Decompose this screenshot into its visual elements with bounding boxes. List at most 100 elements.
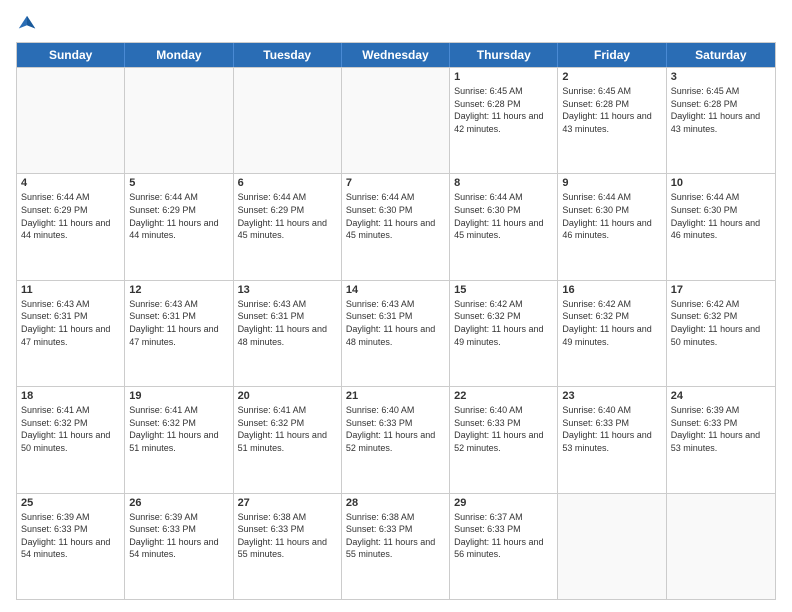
- day-info: Sunrise: 6:42 AM Sunset: 6:32 PM Dayligh…: [454, 298, 553, 348]
- calendar-cell-3-6: 24 Sunrise: 6:39 AM Sunset: 6:33 PM Dayli…: [667, 387, 775, 492]
- day-info: Sunrise: 6:43 AM Sunset: 6:31 PM Dayligh…: [346, 298, 445, 348]
- day-number: 1: [454, 71, 553, 83]
- calendar-cell-2-5: 16 Sunrise: 6:42 AM Sunset: 6:32 PM Dayli…: [558, 281, 666, 386]
- calendar-cell-4-5: [558, 494, 666, 599]
- day-number: 7: [346, 177, 445, 189]
- header-day-friday: Friday: [558, 43, 666, 67]
- day-info: Sunrise: 6:39 AM Sunset: 6:33 PM Dayligh…: [671, 404, 771, 454]
- day-number: 27: [238, 497, 337, 509]
- day-info: Sunrise: 6:40 AM Sunset: 6:33 PM Dayligh…: [454, 404, 553, 454]
- day-info: Sunrise: 6:40 AM Sunset: 6:33 PM Dayligh…: [562, 404, 661, 454]
- day-number: 4: [21, 177, 120, 189]
- day-info: Sunrise: 6:38 AM Sunset: 6:33 PM Dayligh…: [346, 511, 445, 561]
- day-number: 2: [562, 71, 661, 83]
- day-info: Sunrise: 6:45 AM Sunset: 6:28 PM Dayligh…: [671, 85, 771, 135]
- day-number: 12: [129, 284, 228, 296]
- day-number: 11: [21, 284, 120, 296]
- calendar-cell-4-1: 26Sunrise: 6:39 AM Sunset: 6:33 PM Dayli…: [125, 494, 233, 599]
- day-info: Sunrise: 6:43 AM Sunset: 6:31 PM Dayligh…: [238, 298, 337, 348]
- calendar-cell-2-1: 12 Sunrise: 6:43 AM Sunset: 6:31 PM Dayli…: [125, 281, 233, 386]
- day-info: Sunrise: 6:43 AM Sunset: 6:31 PM Dayligh…: [129, 298, 228, 348]
- calendar-cell-4-3: 28 Sunrise: 6:38 AM Sunset: 6:33 PM Dayli…: [342, 494, 450, 599]
- day-info: Sunrise: 6:43 AM Sunset: 6:31 PM Dayligh…: [21, 298, 120, 348]
- day-number: 15: [454, 284, 553, 296]
- day-number: 22: [454, 390, 553, 402]
- calendar-cell-0-3: [342, 68, 450, 173]
- day-number: 14: [346, 284, 445, 296]
- day-number: 24: [671, 390, 771, 402]
- calendar-cell-4-0: 25 Sunrise: 6:39 AM Sunset: 6:33 PM Dayli…: [17, 494, 125, 599]
- day-number: 25: [21, 497, 120, 509]
- header-day-thursday: Thursday: [450, 43, 558, 67]
- day-number: 3: [671, 71, 771, 83]
- calendar-cell-3-5: 23 Sunrise: 6:40 AM Sunset: 6:33 PM Dayli…: [558, 387, 666, 492]
- calendar-cell-4-2: 27 Sunrise: 6:38 AM Sunset: 6:33 PM Dayli…: [234, 494, 342, 599]
- day-info: Sunrise: 6:42 AM Sunset: 6:32 PM Dayligh…: [562, 298, 661, 348]
- day-number: 23: [562, 390, 661, 402]
- calendar-cell-2-2: 13 Sunrise: 6:43 AM Sunset: 6:31 PM Dayli…: [234, 281, 342, 386]
- day-number: 5: [129, 177, 228, 189]
- day-number: 13: [238, 284, 337, 296]
- day-info: Sunrise: 6:42 AM Sunset: 6:32 PM Dayligh…: [671, 298, 771, 348]
- day-info: Sunrise: 6:44 AM Sunset: 6:30 PM Dayligh…: [671, 191, 771, 241]
- week-row-4: 25 Sunrise: 6:39 AM Sunset: 6:33 PM Dayli…: [17, 493, 775, 599]
- calendar-body: 1 Sunrise: 6:45 AM Sunset: 6:28 PM Daylig…: [17, 67, 775, 599]
- calendar-cell-2-0: 11 Sunrise: 6:43 AM Sunset: 6:31 PM Dayli…: [17, 281, 125, 386]
- week-row-3: 18 Sunrise: 6:41 AM Sunset: 6:32 PM Dayli…: [17, 386, 775, 492]
- calendar-cell-0-5: 2 Sunrise: 6:45 AM Sunset: 6:28 PM Daylig…: [558, 68, 666, 173]
- calendar-cell-1-1: 5 Sunrise: 6:44 AM Sunset: 6:29 PM Daylig…: [125, 174, 233, 279]
- day-info: Sunrise: 6:37 AM Sunset: 6:33 PM Dayligh…: [454, 511, 553, 561]
- day-info: Sunrise: 6:44 AM Sunset: 6:29 PM Dayligh…: [21, 191, 120, 241]
- calendar-cell-1-2: 6 Sunrise: 6:44 AM Sunset: 6:29 PM Daylig…: [234, 174, 342, 279]
- calendar-cell-1-6: 10 Sunrise: 6:44 AM Sunset: 6:30 PM Dayli…: [667, 174, 775, 279]
- header-day-sunday: Sunday: [17, 43, 125, 67]
- calendar-cell-2-4: 15 Sunrise: 6:42 AM Sunset: 6:32 PM Dayli…: [450, 281, 558, 386]
- day-info: Sunrise: 6:44 AM Sunset: 6:30 PM Dayligh…: [454, 191, 553, 241]
- week-row-2: 11 Sunrise: 6:43 AM Sunset: 6:31 PM Dayli…: [17, 280, 775, 386]
- day-info: Sunrise: 6:38 AM Sunset: 6:33 PM Dayligh…: [238, 511, 337, 561]
- logo: [16, 12, 42, 34]
- day-info: Sunrise: 6:45 AM Sunset: 6:28 PM Dayligh…: [562, 85, 661, 135]
- calendar-cell-3-1: 19 Sunrise: 6:41 AM Sunset: 6:32 PM Dayli…: [125, 387, 233, 492]
- calendar-cell-3-2: 20Sunrise: 6:41 AM Sunset: 6:32 PM Dayli…: [234, 387, 342, 492]
- day-number: 10: [671, 177, 771, 189]
- calendar-cell-3-4: 22 Sunrise: 6:40 AM Sunset: 6:33 PM Dayli…: [450, 387, 558, 492]
- day-number: 17: [671, 284, 771, 296]
- calendar: SundayMondayTuesdayWednesdayThursdayFrid…: [16, 42, 776, 600]
- calendar-cell-1-0: 4 Sunrise: 6:44 AM Sunset: 6:29 PM Daylig…: [17, 174, 125, 279]
- calendar-cell-1-3: 7Sunrise: 6:44 AM Sunset: 6:30 PM Daylig…: [342, 174, 450, 279]
- day-info: Sunrise: 6:41 AM Sunset: 6:32 PM Dayligh…: [129, 404, 228, 454]
- day-info: Sunrise: 6:40 AM Sunset: 6:33 PM Dayligh…: [346, 404, 445, 454]
- logo-icon: [16, 12, 38, 34]
- header-day-wednesday: Wednesday: [342, 43, 450, 67]
- day-number: 18: [21, 390, 120, 402]
- calendar-cell-4-4: 29Sunrise: 6:37 AM Sunset: 6:33 PM Dayli…: [450, 494, 558, 599]
- day-number: 16: [562, 284, 661, 296]
- calendar-cell-3-3: 21 Sunrise: 6:40 AM Sunset: 6:33 PM Dayli…: [342, 387, 450, 492]
- day-info: Sunrise: 6:41 AM Sunset: 6:32 PM Dayligh…: [21, 404, 120, 454]
- calendar-cell-2-6: 17 Sunrise: 6:42 AM Sunset: 6:32 PM Dayli…: [667, 281, 775, 386]
- day-info: Sunrise: 6:44 AM Sunset: 6:30 PM Dayligh…: [562, 191, 661, 241]
- day-number: 9: [562, 177, 661, 189]
- header: [16, 12, 776, 34]
- day-info: Sunrise: 6:44 AM Sunset: 6:29 PM Dayligh…: [238, 191, 337, 241]
- day-number: 26: [129, 497, 228, 509]
- day-info: Sunrise: 6:39 AM Sunset: 6:33 PM Dayligh…: [21, 511, 120, 561]
- calendar-cell-0-0: [17, 68, 125, 173]
- calendar-cell-0-1: [125, 68, 233, 173]
- calendar-cell-0-6: 3 Sunrise: 6:45 AM Sunset: 6:28 PM Daylig…: [667, 68, 775, 173]
- day-info: Sunrise: 6:44 AM Sunset: 6:29 PM Dayligh…: [129, 191, 228, 241]
- calendar-cell-0-4: 1Sunrise: 6:45 AM Sunset: 6:28 PM Daylig…: [450, 68, 558, 173]
- page: SundayMondayTuesdayWednesdayThursdayFrid…: [0, 0, 792, 612]
- day-number: 21: [346, 390, 445, 402]
- calendar-cell-1-5: 9 Sunrise: 6:44 AM Sunset: 6:30 PM Daylig…: [558, 174, 666, 279]
- header-day-tuesday: Tuesday: [234, 43, 342, 67]
- day-number: 19: [129, 390, 228, 402]
- day-number: 6: [238, 177, 337, 189]
- header-day-monday: Monday: [125, 43, 233, 67]
- week-row-1: 4 Sunrise: 6:44 AM Sunset: 6:29 PM Daylig…: [17, 173, 775, 279]
- header-day-saturday: Saturday: [667, 43, 775, 67]
- calendar-cell-2-3: 14 Sunrise: 6:43 AM Sunset: 6:31 PM Dayli…: [342, 281, 450, 386]
- day-number: 28: [346, 497, 445, 509]
- day-number: 20: [238, 390, 337, 402]
